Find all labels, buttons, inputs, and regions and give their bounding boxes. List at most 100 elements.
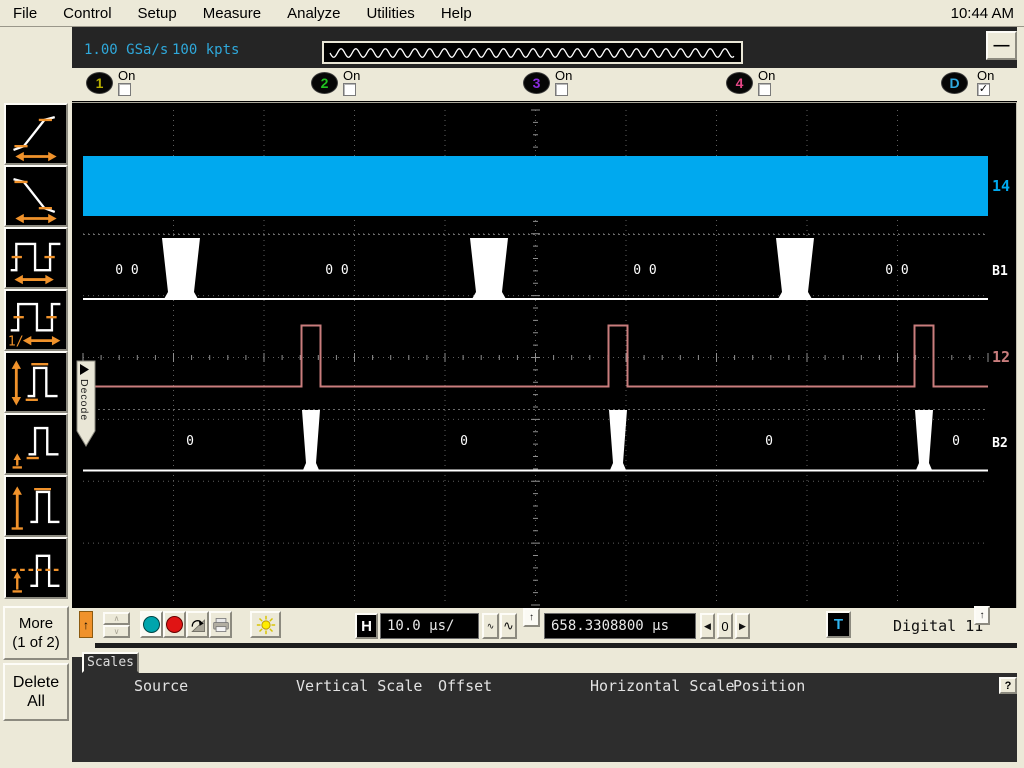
- menu-measure[interactable]: Measure: [190, 5, 274, 22]
- channel-1-on-label: On: [118, 68, 135, 83]
- channel-4-label: 4: [736, 75, 744, 91]
- channel-4-on-checkbox[interactable]: [758, 83, 771, 96]
- digital-14-trace: [83, 156, 988, 216]
- channel-1-on-checkbox[interactable]: [118, 83, 131, 96]
- delete-all-button[interactable]: Delete All: [3, 663, 69, 721]
- menu-file[interactable]: File: [0, 5, 50, 22]
- window-bottom-edge: [0, 762, 1024, 768]
- trace-label-digital12[interactable]: 12: [992, 348, 1010, 366]
- bus2-value: 0: [186, 434, 194, 449]
- stop-icon: [166, 616, 183, 633]
- channel-2-button[interactable]: 2: [311, 72, 338, 94]
- waveform-display: 0 0 0 0 0 0 0 0 0 0 0 0 14 B1 12 B2 Deco: [72, 101, 1018, 608]
- measure-pulse-width-button[interactable]: [4, 227, 68, 289]
- trace-label-digital14[interactable]: 14: [992, 177, 1010, 195]
- trace-label-bus1[interactable]: B1: [992, 264, 1008, 279]
- menu-analyze[interactable]: Analyze: [274, 5, 353, 22]
- zoom-out-wave-button[interactable]: ∿: [482, 613, 499, 639]
- channel-digital-label: D: [949, 75, 959, 91]
- menu-setup[interactable]: Setup: [125, 5, 190, 22]
- oscilloscope-app: File Control Setup Measure Analyze Utili…: [0, 0, 1024, 768]
- menu-control[interactable]: Control: [50, 5, 124, 22]
- trigger-popup-button[interactable]: ↑: [974, 606, 990, 625]
- tab-scales[interactable]: Scales: [82, 652, 139, 673]
- scales-tab-label: Scales: [87, 655, 134, 670]
- measure-v-average-button[interactable]: [4, 537, 68, 599]
- up-arrow-icon: ↑: [83, 618, 89, 632]
- bus2-value: 0: [460, 434, 468, 449]
- trigger-badge[interactable]: T: [826, 611, 851, 638]
- channel-2-on-label: On: [343, 68, 360, 83]
- more-button[interactable]: More (1 of 2): [3, 606, 69, 660]
- channel-digital-on-label: On: [977, 68, 994, 83]
- trigger-level-marker-button[interactable]: ↑: [79, 611, 93, 638]
- channel-1-button[interactable]: 1: [86, 72, 113, 94]
- stop-button[interactable]: [163, 611, 186, 638]
- right-arrow-icon: ▶: [739, 621, 746, 632]
- delete-all-line2: All: [27, 692, 45, 711]
- run-icon: [143, 616, 160, 633]
- results-header-offset: Offset: [438, 677, 492, 695]
- waveform-preview[interactable]: [322, 41, 743, 64]
- peak-to-peak-icon: [6, 353, 66, 411]
- results-header-source: Source: [134, 677, 188, 695]
- menu-bar: File Control Setup Measure Analyze Utili…: [0, 0, 1024, 27]
- measure-peak-to-peak-button[interactable]: [4, 351, 68, 413]
- channel-2-on-checkbox[interactable]: [343, 83, 356, 96]
- up-arrow-icon: ↑: [980, 610, 985, 621]
- touch-button[interactable]: [186, 611, 209, 638]
- timebase-field[interactable]: 10.0 µs/: [380, 613, 479, 639]
- bus2-value: 0: [765, 434, 773, 449]
- measure-v-base-button[interactable]: [4, 413, 68, 475]
- panel-corner: [72, 657, 82, 673]
- fall-time-icon: [6, 167, 66, 225]
- channel-3-button[interactable]: 3: [523, 72, 550, 94]
- run-button[interactable]: [140, 611, 163, 638]
- v-base-icon: [6, 415, 66, 473]
- measure-fall-time-button[interactable]: [4, 165, 68, 227]
- menu-utilities[interactable]: Utilities: [353, 5, 427, 22]
- position-left-button[interactable]: ◀: [700, 613, 715, 639]
- channel-3-on-checkbox[interactable]: [555, 83, 568, 96]
- horizontal-position-value: 658.3308800 µs: [551, 618, 669, 634]
- channel-2-label: 2: [321, 75, 329, 91]
- panel-shadow: [95, 643, 1018, 648]
- channel-digital-on-checkbox[interactable]: ✓: [977, 83, 990, 96]
- rise-time-icon: [6, 105, 66, 163]
- help-button[interactable]: ?: [999, 677, 1017, 694]
- position-right-button[interactable]: ▶: [735, 613, 750, 639]
- up-arrow-icon: ↑: [529, 612, 534, 623]
- clock: 10:44 AM: [951, 5, 1024, 22]
- measure-rise-time-button[interactable]: [4, 103, 68, 165]
- zoom-in-wave-button[interactable]: ∿: [500, 613, 517, 639]
- h-label: H: [361, 618, 372, 635]
- trace-label-bus2[interactable]: B2: [992, 436, 1008, 451]
- horizontal-position-field[interactable]: 658.3308800 µs: [544, 613, 696, 639]
- channel-4-button[interactable]: 4: [726, 72, 753, 94]
- delete-all-line1: Delete: [13, 673, 59, 692]
- question-mark-icon: ?: [1005, 680, 1012, 692]
- measure-frequency-button[interactable]: 1/: [4, 289, 68, 351]
- horizontal-badge: H: [355, 613, 378, 639]
- timebase-popup-button[interactable]: ↑: [523, 608, 540, 627]
- channel-3-label: 3: [533, 75, 541, 91]
- svg-text:1/: 1/: [8, 334, 24, 349]
- small-sine-icon: ∿: [487, 621, 495, 632]
- position-zero-button[interactable]: 0: [717, 613, 733, 639]
- large-sine-icon: ∿: [503, 618, 514, 634]
- menu-help[interactable]: Help: [428, 5, 485, 22]
- t-label: T: [834, 616, 843, 633]
- decode-tab[interactable]: Decode: [77, 361, 95, 446]
- minimize-button[interactable]: —: [986, 31, 1017, 60]
- results-header-position: Position: [733, 677, 805, 695]
- channel-digital-button[interactable]: D: [941, 72, 968, 94]
- chevron-down-icon: ∨: [114, 627, 120, 636]
- scroll-down-button[interactable]: ∨: [103, 625, 130, 638]
- brightness-button[interactable]: [250, 611, 281, 638]
- decode-tab-label: Decode: [78, 379, 90, 421]
- v-average-icon: [6, 539, 66, 597]
- measure-v-top-button[interactable]: [4, 475, 68, 537]
- bus1-value: 0 0: [633, 263, 656, 278]
- scroll-up-button[interactable]: ∧: [103, 612, 130, 625]
- print-button[interactable]: [209, 611, 232, 638]
